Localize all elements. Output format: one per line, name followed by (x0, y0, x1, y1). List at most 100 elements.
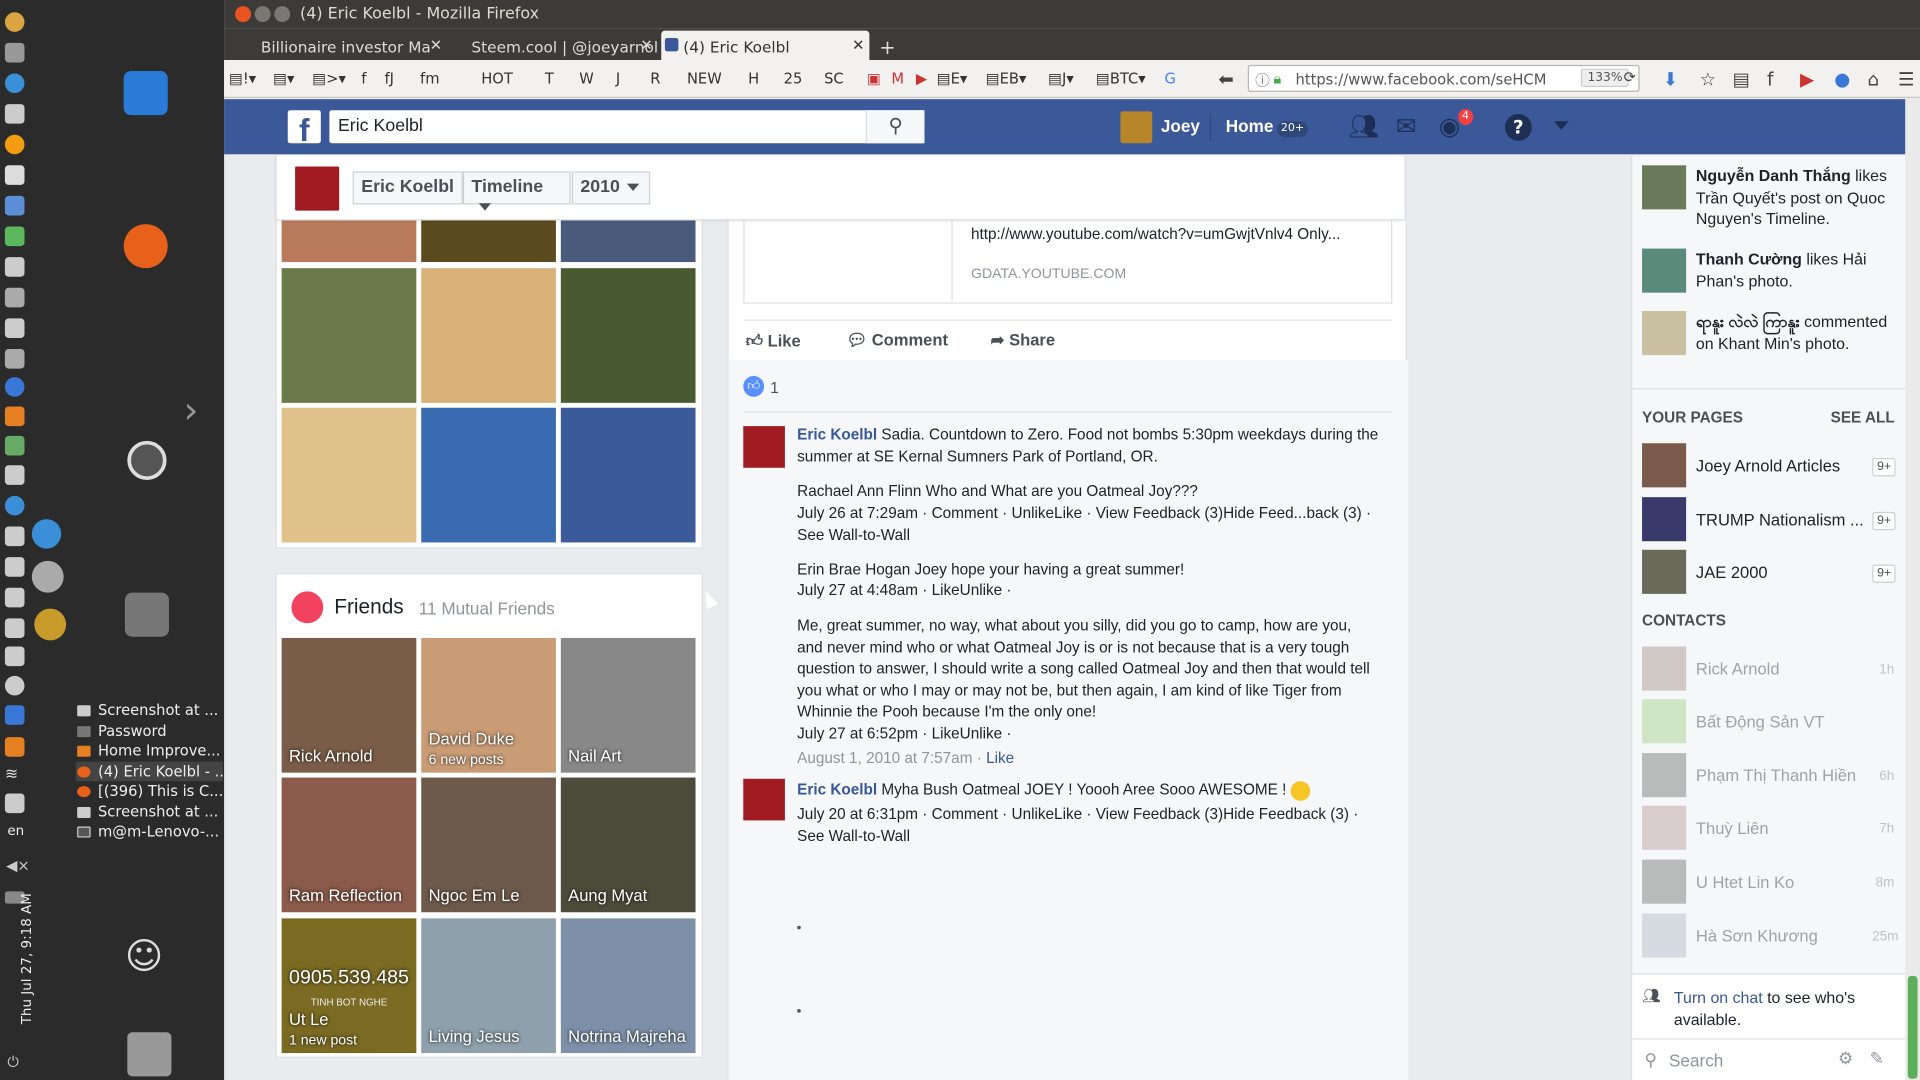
browser-tab[interactable]: Steem.cool | @joeyarnold ✕ (449, 31, 657, 60)
contact-avatar[interactable] (1642, 699, 1687, 744)
contact-item[interactable]: Phạm Thị Thanh Hiền (1696, 767, 1856, 785)
bookmark-item[interactable]: ▤BTC▾ (1096, 70, 1146, 87)
bookmark-item[interactable]: W (579, 70, 594, 87)
messenger-icon[interactable]: ✉ (1396, 111, 1417, 140)
app-icon[interactable] (4, 12, 25, 32)
app-icon[interactable] (4, 646, 25, 667)
friend-tile[interactable]: Notrina Majreha (560, 918, 696, 1054)
profile-name-link[interactable]: Eric Koelbl (352, 171, 463, 205)
scrollbar-thumb[interactable] (1907, 975, 1918, 1079)
see-all-link[interactable]: SEE ALL (1831, 409, 1895, 426)
profile-link[interactable]: Joey (1161, 116, 1200, 136)
facebook-logo-icon[interactable]: f (287, 110, 321, 144)
keyboard-layout[interactable]: en (7, 823, 24, 839)
account-menu-icon[interactable] (1553, 121, 1569, 130)
taskbar-item[interactable]: Password (76, 721, 223, 741)
page-link[interactable]: Joey Arnold Articles (1696, 457, 1865, 475)
taskbar-item[interactable]: (4) Eric Koelbl - ... (75, 761, 223, 782)
bookmark-item[interactable]: ▤EB▾ (986, 70, 1027, 87)
close-tab-icon[interactable]: ✕ (640, 37, 652, 54)
search-icon[interactable]: ⚲ (865, 110, 925, 144)
comment-reply-meta[interactable]: July 27 at 6:52pm · LikeUnlike · (797, 724, 1380, 745)
bookmark-item[interactable]: H (748, 70, 759, 87)
youtube-extension-icon[interactable]: ▶ (1800, 69, 1814, 91)
friend-tile[interactable]: Nail Art (560, 637, 696, 773)
chat-search-input[interactable]: ⚲ Search ⚙ ✎ (1632, 1038, 1907, 1080)
app-icon[interactable] (4, 195, 25, 216)
bookmark-item[interactable]: ▶ (916, 70, 927, 87)
contact-avatar[interactable] (1642, 646, 1687, 691)
app-icon[interactable] (4, 618, 25, 638)
friend-name[interactable]: Ut Le (289, 1010, 329, 1028)
bookmark-star-icon[interactable]: ☆ (1700, 69, 1716, 91)
bookmark-item[interactable]: ▣ (867, 70, 881, 87)
friend-name[interactable]: David Duke (429, 730, 514, 748)
app-icon[interactable] (4, 104, 25, 124)
bookmark-item[interactable]: 25 (784, 70, 803, 87)
comment-meta[interactable]: July 20 at 6:31pm · Comment · UnlikeLike… (797, 804, 1380, 847)
comment-avatar[interactable] (743, 426, 785, 468)
menu-icon[interactable]: ☰ (1898, 69, 1914, 91)
friend-tile[interactable]: Ram Reflection (281, 777, 417, 913)
bookmark-item[interactable]: T (545, 70, 554, 87)
mutual-friends-count[interactable]: 11 Mutual Friends (419, 599, 555, 619)
friend-name[interactable]: Living Jesus (429, 1027, 520, 1045)
photo-thumbnail[interactable] (560, 268, 696, 403)
year-dropdown[interactable]: 2010 (571, 171, 651, 205)
browser-tab-active[interactable]: (4) Eric Koelbl ✕ (661, 30, 870, 61)
app-icon[interactable] (4, 73, 25, 94)
ticker-avatar[interactable] (1642, 165, 1687, 210)
contact-avatar[interactable] (1642, 859, 1687, 904)
friend-requests-icon[interactable]: 👥︎ (1348, 111, 1379, 140)
archive-icon[interactable] (124, 592, 169, 637)
share-button[interactable]: ➦ Share (991, 331, 1055, 351)
contact-avatar[interactable] (1642, 805, 1687, 850)
power-icon[interactable]: ⏻ (7, 1053, 19, 1071)
friend-name[interactable]: Notrina Majreha (568, 1027, 686, 1045)
contact-item[interactable]: Thuỳ Liên (1696, 819, 1769, 837)
friend-name[interactable]: Nail Art (568, 747, 621, 765)
app-icon[interactable] (4, 406, 25, 427)
chevron-right-icon[interactable]: › (184, 389, 199, 432)
taskbar-item[interactable]: Screenshot at ... (76, 801, 223, 821)
turn-on-chat-link[interactable]: Turn on chat (1674, 988, 1763, 1006)
vlc-icon[interactable] (4, 737, 25, 757)
app-icon[interactable] (4, 495, 25, 516)
app-icon[interactable] (4, 705, 25, 725)
url-bar[interactable]: ⓘ 🔒︎ https://www.facebook.com/seHCM 133% (1247, 64, 1640, 92)
page-avatar[interactable] (1642, 443, 1687, 488)
like-count[interactable]: 1 (770, 380, 779, 397)
app-icon[interactable] (4, 587, 25, 608)
close-tab-icon[interactable]: ✕ (852, 37, 864, 54)
contact-item[interactable]: Hà Sơn Khương (1696, 927, 1818, 945)
minimize-window-button[interactable] (254, 6, 271, 23)
bitcoin-icon[interactable] (4, 134, 25, 155)
photo-thumbnail[interactable] (281, 268, 417, 403)
bookmark-item[interactable]: J (616, 70, 620, 87)
like-reaction-icon[interactable]: 👍︎ (743, 375, 765, 397)
app-icon[interactable] (4, 287, 25, 308)
friend-new-posts[interactable]: 6 new posts (429, 753, 504, 768)
app-icon[interactable] (4, 348, 25, 369)
app-icon[interactable] (4, 675, 25, 696)
profile-thumbnail[interactable] (295, 166, 340, 211)
comment-like-link[interactable]: Like (986, 749, 1014, 766)
close-window-button[interactable] (235, 6, 252, 23)
bookmark-item[interactable]: SC (824, 70, 844, 87)
friend-tile[interactable]: David Duke 6 new posts (421, 637, 556, 773)
ticker-item[interactable]: ရာနူး လဲလဲ ကြာနူး commented on Khant Min… (1696, 311, 1902, 354)
bookmark-item[interactable]: G (1164, 70, 1175, 87)
extension-icon[interactable]: ● (1834, 69, 1850, 91)
bookmark-item[interactable]: ▤>▾ (312, 70, 346, 87)
ticker-avatar[interactable] (1642, 248, 1687, 293)
clock[interactable]: Thu Jul 27, 9:18 AM (19, 877, 35, 1024)
app-icon[interactable] (4, 793, 25, 814)
help-icon[interactable]: ? (1504, 113, 1532, 141)
photo-thumbnail[interactable] (560, 407, 696, 543)
app-icon[interactable] (4, 377, 25, 397)
app-icon[interactable] (4, 257, 25, 277)
bookmark-item[interactable]: HOT (481, 70, 513, 87)
friend-name[interactable]: Aung Myat (568, 887, 647, 905)
app-icon[interactable] (4, 526, 25, 547)
page-avatar[interactable] (1642, 497, 1687, 542)
